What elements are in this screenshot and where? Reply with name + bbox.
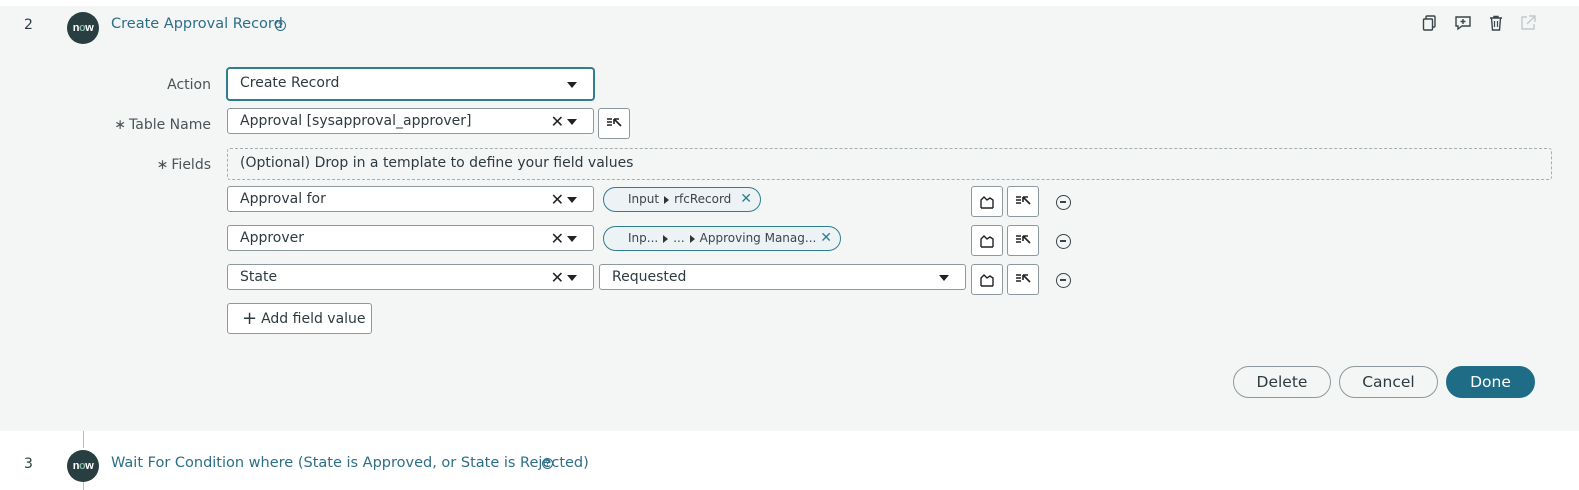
field-select[interactable]: Approver ✕ (227, 225, 594, 251)
remove-row-icon[interactable] (1056, 195, 1071, 210)
open-external-icon (1521, 15, 1536, 30)
fields-label-text: Fields (171, 157, 211, 173)
field-name: State (240, 269, 278, 285)
pill-picker-icon (1016, 196, 1031, 205)
remove-row-icon[interactable] (1056, 234, 1071, 249)
remove-row-icon[interactable] (1056, 273, 1071, 288)
step-number: 2 (24, 17, 33, 33)
chevron-down-icon (567, 275, 577, 281)
data-pill-picker-button[interactable] (1007, 264, 1039, 295)
cancel-button[interactable]: Cancel (1339, 366, 1438, 398)
pill-part: Inp... (628, 231, 659, 245)
pill-picker-icon (607, 118, 622, 127)
pill-part: Input (628, 192, 660, 206)
pill-picker-icon (1016, 235, 1031, 244)
field-select[interactable]: State ✕ (227, 264, 594, 290)
action-select[interactable]: Create Record (227, 68, 594, 100)
caret-right-icon (689, 234, 695, 243)
add-comment-icon[interactable] (1454, 14, 1472, 32)
table-name-label: ∗ Table Name (91, 117, 211, 133)
reference-picker-button[interactable] (598, 108, 630, 139)
chevron-down-icon (567, 119, 577, 125)
step-number: 3 (24, 456, 33, 472)
script-toggle-button[interactable] (971, 225, 1003, 256)
caret-right-icon (663, 234, 669, 243)
plus-icon: + (242, 308, 258, 329)
pill-part: ... (673, 231, 685, 245)
chevron-down-icon (939, 275, 949, 281)
table-name-value: Approval [sysapproval_approver] (240, 113, 472, 129)
trash-icon[interactable] (1487, 14, 1505, 32)
question-circle-icon[interactable]: ? (275, 20, 286, 31)
data-pill[interactable]: Input rfcRecord ✕ (603, 187, 761, 212)
required-marker: ∗ (114, 117, 127, 133)
add-field-value-button[interactable]: + Add field value (227, 303, 372, 334)
field-name: Approver (240, 230, 305, 246)
data-pill-picker-button[interactable] (1007, 186, 1039, 217)
field-name: Approval for (240, 191, 326, 207)
chevron-down-icon (567, 82, 577, 88)
table-name-label-text: Table Name (129, 117, 211, 133)
script-icon (980, 196, 994, 209)
clear-icon[interactable]: ✕ (551, 270, 564, 286)
step-title[interactable]: Create Approval Record (111, 16, 283, 32)
clear-icon[interactable]: ✕ (551, 114, 564, 130)
script-icon (980, 274, 994, 287)
fields-label: ∗ Fields (91, 157, 211, 173)
chevron-down-icon (567, 197, 577, 203)
clear-icon[interactable]: ✕ (551, 231, 564, 247)
caret-right-icon (664, 195, 670, 204)
copy-icon[interactable] (1421, 14, 1439, 32)
remove-pill-icon[interactable]: ✕ (820, 227, 832, 250)
data-pill-picker-button[interactable] (1007, 225, 1039, 256)
action-value: Create Record (240, 75, 340, 91)
value-text: Requested (612, 269, 687, 285)
now-logo-icon: now (67, 12, 99, 44)
field-select[interactable]: Approval for ✕ (227, 186, 594, 212)
add-field-value-label: Add field value (261, 311, 366, 327)
pill-picker-icon (1016, 274, 1031, 283)
pill-part: Approving Manag... (699, 231, 817, 245)
now-logo-icon: now (67, 450, 99, 482)
chevron-down-icon (567, 236, 577, 242)
data-pill[interactable]: Inp...... Approving Manag... ✕ (603, 226, 841, 251)
done-button[interactable]: Done (1446, 366, 1535, 398)
step-2-panel: 2 now Create Approval Record ? Action Cr… (0, 6, 1579, 431)
required-marker: ∗ (156, 157, 169, 173)
question-circle-icon[interactable]: ? (542, 458, 553, 469)
pill-part: rfcRecord (674, 192, 732, 206)
action-label: Action (167, 77, 211, 93)
table-name-select[interactable]: Approval [sysapproval_approver] ✕ (227, 108, 594, 134)
clear-icon[interactable]: ✕ (551, 192, 564, 208)
script-icon (980, 235, 994, 248)
template-dropzone[interactable]: (Optional) Drop in a template to define … (227, 148, 1552, 180)
script-toggle-button[interactable] (971, 186, 1003, 217)
step-title[interactable]: Wait For Condition where (State is Appro… (111, 455, 589, 471)
delete-button[interactable]: Delete (1233, 366, 1331, 398)
value-select[interactable]: Requested (599, 264, 966, 290)
remove-pill-icon[interactable]: ✕ (740, 188, 752, 211)
script-toggle-button[interactable] (971, 264, 1003, 295)
step-3-row: 3 now Wait For Condition where (State is… (0, 431, 1579, 490)
connector-line (83, 431, 84, 448)
